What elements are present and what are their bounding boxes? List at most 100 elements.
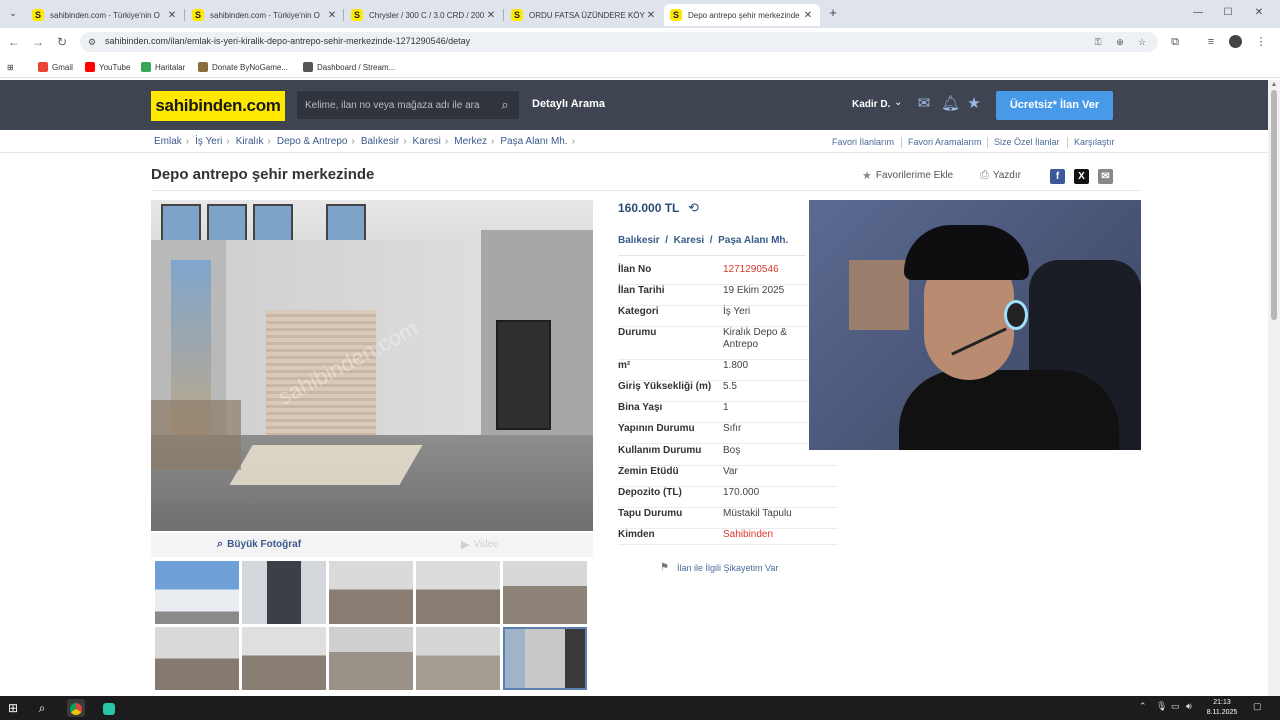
- tray-microphone-icon[interactable]: 🎙︎: [1156, 701, 1167, 712]
- detail-value: Var: [723, 466, 738, 477]
- post-listing-button[interactable]: Ücretsiz* İlan Ver: [996, 91, 1113, 120]
- tab-close-icon[interactable]: ✕: [166, 10, 178, 21]
- photo-thumbnail[interactable]: [503, 561, 587, 624]
- location-link[interactable]: Paşa Alanı Mh.: [718, 235, 788, 246]
- webcam-person-body: [899, 370, 1119, 450]
- photo-thumbnail[interactable]: [416, 561, 500, 624]
- price-history-icon[interactable]: ⟲: [688, 200, 699, 216]
- site-info-icon[interactable]: ⚙: [86, 36, 98, 48]
- windows-start-icon[interactable]: ⊞: [4, 699, 22, 717]
- page-scrollbar[interactable]: ▲: [1268, 80, 1280, 696]
- breadcrumb-link[interactable]: Merkez: [454, 136, 487, 147]
- top-link[interactable]: Favori Aramalarım: [908, 137, 982, 147]
- tab-close-icon[interactable]: ✕: [326, 10, 338, 21]
- browser-tab[interactable]: S Depo antrepo şehir merkezinde ✕: [664, 4, 820, 26]
- location-link[interactable]: Balıkesir: [618, 235, 660, 246]
- scroll-up-icon[interactable]: ▲: [1268, 80, 1280, 90]
- breadcrumb-link[interactable]: Balıkesir: [361, 136, 399, 147]
- zoom-icon[interactable]: ⊕: [1114, 36, 1126, 48]
- photo-thumbnail[interactable]: [503, 627, 587, 690]
- bookmark-item[interactable]: Donate ByNoGame...: [198, 60, 288, 74]
- email-share-icon[interactable]: ✉: [1098, 169, 1113, 184]
- browser-menu-icon[interactable]: ⋮: [1254, 34, 1268, 50]
- advanced-search-link[interactable]: Detaylı Arama: [532, 98, 605, 110]
- user-menu[interactable]: Kadir D.: [852, 99, 890, 110]
- complaint-link[interactable]: ⚑ İlan ile İlgili Şikayetim Var: [660, 562, 778, 573]
- forward-icon[interactable]: →: [30, 34, 46, 50]
- chevron-down-icon[interactable]: ⌄: [894, 97, 902, 108]
- x-share-icon[interactable]: X: [1074, 169, 1089, 184]
- new-tab-button[interactable]: +: [825, 5, 841, 21]
- breadcrumb-link[interactable]: Karesi: [413, 136, 441, 147]
- profile-avatar[interactable]: [1229, 35, 1242, 48]
- notifications-bell-icon[interactable]: 🔔︎: [941, 95, 960, 113]
- breadcrumb-link[interactable]: İş Yeri: [195, 136, 222, 147]
- facebook-share-icon[interactable]: f: [1050, 169, 1065, 184]
- site-logo[interactable]: sahibinden.com: [151, 91, 285, 121]
- notifications-icon[interactable]: ▢: [1253, 701, 1262, 712]
- taskbar-search-icon[interactable]: ⌕: [33, 699, 51, 717]
- title-divider: [151, 190, 1141, 191]
- app-taskbar-icon[interactable]: [100, 699, 118, 717]
- breadcrumb-link[interactable]: Kiralık: [236, 136, 264, 147]
- breadcrumb-link[interactable]: Emlak: [154, 136, 182, 147]
- video-button: ▶ Video: [461, 538, 499, 551]
- extensions-icon[interactable]: ⧉: [1168, 34, 1182, 50]
- messages-envelope-icon[interactable]: ✉: [915, 95, 933, 113]
- location-link[interactable]: Karesi: [674, 235, 705, 246]
- apps-grid-icon[interactable]: ⊞: [7, 60, 14, 74]
- tab-close-icon[interactable]: ✕: [485, 10, 497, 21]
- detail-row: Kategori İş Yeri: [618, 306, 838, 327]
- photo-thumbnail[interactable]: [416, 627, 500, 690]
- photo-thumbnail[interactable]: [155, 561, 239, 624]
- top-link[interactable]: Favori İlanlarım: [832, 137, 894, 147]
- main-photo[interactable]: sahibinden.com: [151, 200, 593, 531]
- search-icon[interactable]: ⌕: [495, 95, 515, 115]
- detail-value[interactable]: Sahibinden: [723, 529, 773, 541]
- bookmark-star-icon[interactable]: ☆: [1136, 36, 1148, 48]
- breadcrumb-link[interactable]: Paşa Alanı Mh.: [500, 136, 567, 147]
- favorites-star-icon[interactable]: ★: [965, 95, 983, 113]
- bookmark-item[interactable]: Dashboard / Stream...: [303, 60, 395, 74]
- top-link[interactable]: Karşılaştır: [1074, 137, 1115, 147]
- search-input[interactable]: [297, 91, 487, 119]
- back-icon[interactable]: ←: [6, 34, 22, 50]
- minimize-icon[interactable]: —: [1190, 6, 1206, 20]
- add-favorite-link[interactable]: ★ Favorilerime Ekle: [862, 169, 953, 182]
- bookmark-item[interactable]: Haritalar: [141, 60, 185, 74]
- close-window-icon[interactable]: ✕: [1251, 6, 1267, 20]
- big-photo-button[interactable]: ⌕ Büyük Fotoğraf: [217, 538, 301, 551]
- address-bar[interactable]: ⚙ sahibinden.com/ilan/emlak-is-yeri-kira…: [80, 32, 1158, 52]
- detail-row: Kimden Sahibinden: [618, 529, 838, 545]
- password-key-icon[interactable]: ⚿: [1092, 36, 1104, 48]
- browser-tab[interactable]: S Chrysler / 300 C / 3.0 CRD / 200 ✕: [345, 4, 503, 26]
- browser-tab[interactable]: Ssahibinden.com - Türkiye'nin O ✕: [186, 4, 344, 26]
- taskbar-clock[interactable]: 21:13 8.11.2025: [1200, 698, 1244, 718]
- top-link[interactable]: Size Özel İlanlar: [994, 137, 1060, 147]
- photo-thumbnail[interactable]: [242, 561, 326, 624]
- chrome-taskbar-icon[interactable]: [67, 699, 85, 717]
- photo-thumbnail[interactable]: [155, 627, 239, 690]
- reload-icon[interactable]: ↻: [54, 34, 70, 50]
- tray-network-icon[interactable]: ▭: [1171, 701, 1180, 712]
- tray-volume-icon[interactable]: 🔊︎: [1186, 701, 1192, 712]
- photo-thumbnail[interactable]: [329, 561, 413, 624]
- print-link[interactable]: ⎙ Yazdır: [980, 169, 1021, 182]
- webcam-overlay: [809, 200, 1141, 450]
- browser-tab[interactable]: S ORDU FATSA ÜZÜNDERE KÖYÜ ✕: [505, 4, 663, 26]
- photo-thumbnail[interactable]: [329, 627, 413, 690]
- tab-search-chevron-icon[interactable]: ⌄: [4, 4, 22, 22]
- url-text[interactable]: sahibinden.com/ilan/emlak-is-yeri-kirali…: [105, 36, 470, 46]
- tab-close-icon[interactable]: ✕: [802, 10, 814, 21]
- bookmark-item[interactable]: Gmail: [38, 60, 73, 74]
- browser-tab[interactable]: Ssahibinden.com - Türkiye'nin O ✕: [26, 4, 184, 26]
- bookmark-item[interactable]: YouTube: [85, 60, 130, 74]
- tray-chevron-icon[interactable]: ⌃: [1139, 701, 1147, 712]
- tab-close-icon[interactable]: ✕: [645, 10, 657, 21]
- detail-row: İlan Tarihi 19 Ekim 2025: [618, 285, 838, 306]
- breadcrumb-link[interactable]: Depo & Antrepo: [277, 136, 348, 147]
- media-control-icon[interactable]: ≡: [1204, 34, 1218, 50]
- scroll-thumb[interactable]: [1271, 90, 1277, 320]
- maximize-icon[interactable]: ☐: [1220, 6, 1236, 20]
- photo-thumbnail[interactable]: [242, 627, 326, 690]
